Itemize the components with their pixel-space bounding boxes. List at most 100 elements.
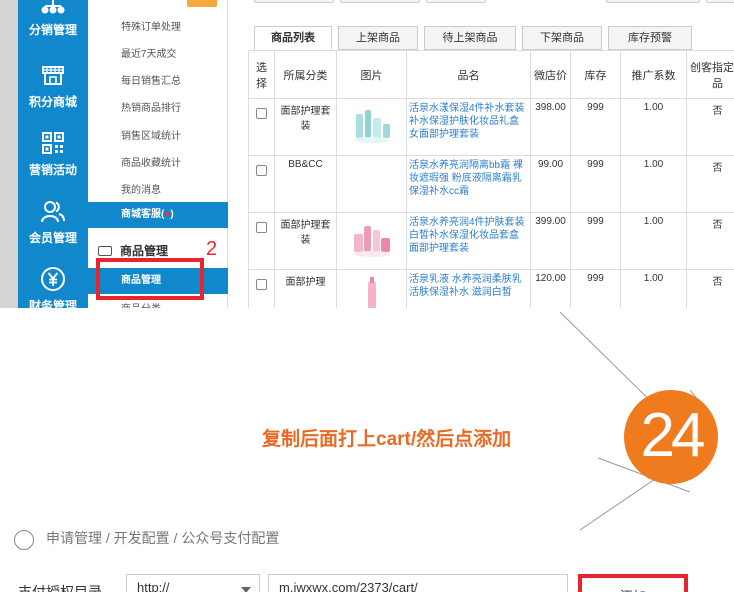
cell-price: 99.00 xyxy=(530,155,571,213)
field-label: 支付授权目录 xyxy=(18,584,102,592)
table-header-row: 选择 所属分类 图片 品名 微店价 库存 推广系数 创客指定商品 xyxy=(248,50,734,99)
row-checkbox[interactable] xyxy=(256,108,267,119)
highlight-box xyxy=(96,258,204,300)
breadcrumb: 申请管理 / 开发配置 / 公众号支付配置 xyxy=(46,530,280,546)
cell-stock: 999 xyxy=(570,212,621,270)
yuan-icon xyxy=(41,267,65,291)
submenu-item[interactable]: 每日销售汇总 xyxy=(121,72,181,87)
storefront-icon xyxy=(42,66,64,85)
nav-label: 财务管理 xyxy=(28,299,77,308)
submenu-item[interactable]: 我的消息 xyxy=(121,181,161,196)
cell-maker: 否 xyxy=(686,269,734,308)
submenu-item[interactable]: 热销商品排行 xyxy=(121,99,181,114)
qr-code-icon xyxy=(42,132,64,154)
row-checkbox[interactable] xyxy=(256,279,267,290)
column-header: 创客指定商品 xyxy=(686,50,734,99)
cell-category: 面部护理套装 xyxy=(274,98,337,156)
column-header: 品名 xyxy=(406,50,531,99)
cell-product-name[interactable]: 活泉水养亮润隔离bb霜 裸妆遮瑕强 粉底液隔离霜乳保湿补水cc霜 xyxy=(406,155,531,213)
tab-stock-alert[interactable]: 库存预警 xyxy=(608,26,692,50)
submenu-item[interactable]: 最近7天成交 xyxy=(121,45,177,60)
tab-on-shelf[interactable]: 上架商品 xyxy=(338,26,418,50)
tutorial-screenshot: 分销管理 积分商城 营销活动 会员管理 财务管理 特殊订单处理 最近7天成交 每… xyxy=(0,0,734,592)
cell-product-name[interactable]: 活泉水漾保湿4件补水套装 补水保湿护肤化妆品礼盒女面部护理套装 xyxy=(406,98,531,156)
cell-stock: 999 xyxy=(570,155,621,213)
toolbar-button[interactable] xyxy=(426,0,486,3)
product-image[interactable] xyxy=(350,220,394,260)
config-screenshot: 申请管理 / 开发配置 / 公众号支付配置 支付授权目录 http:// m.j… xyxy=(0,518,734,592)
cell-price: 120.00 xyxy=(530,269,571,308)
column-header: 所属分类 xyxy=(274,50,337,99)
cell-coefficient: 1.00 xyxy=(620,98,687,156)
protocol-select[interactable]: http:// xyxy=(126,574,260,592)
submenu-item-service[interactable]: 商城客服(●) xyxy=(88,202,228,228)
nav-label: 营销活动 xyxy=(28,163,77,177)
submenu-item[interactable]: 商品收藏统计 xyxy=(121,154,181,169)
table-row: 面部护理套装 活泉水养亮润4件护肤套装 白皙补水保湿化妆品套盒 面部护理套装 3… xyxy=(248,212,734,270)
product-image-empty xyxy=(336,155,407,213)
badge xyxy=(121,0,181,7)
toolbar-button[interactable] xyxy=(340,0,420,3)
primary-sidebar: 分销管理 积分商城 营销活动 会员管理 财务管理 xyxy=(0,0,88,308)
nav-item-finance[interactable]: 财务管理 xyxy=(18,260,88,308)
cell-category: 面部护理套装 xyxy=(274,212,337,270)
goods-section-icon xyxy=(98,246,112,256)
add-button[interactable]: 添加 xyxy=(578,574,688,592)
nav-label: 积分商城 xyxy=(28,95,77,109)
product-image[interactable] xyxy=(350,106,394,146)
cell-price: 398.00 xyxy=(530,98,571,156)
submenu-item[interactable]: 特殊订单处理 xyxy=(121,18,181,33)
chevron-down-icon xyxy=(241,587,251,592)
product-table: 选择 所属分类 图片 品名 微店价 库存 推广系数 创客指定商品 面部护理套装 xyxy=(248,50,734,308)
step-badge: 24 xyxy=(624,390,718,484)
toolbar-button[interactable] xyxy=(606,0,700,3)
tab-off-shelf[interactable]: 下架商品 xyxy=(522,26,602,50)
cell-price: 399.00 xyxy=(530,212,571,270)
service-label: 商城客服 xyxy=(121,209,161,220)
cell-maker: 否 xyxy=(686,212,734,270)
cell-maker: 否 xyxy=(686,98,734,156)
hierarchy-icon xyxy=(41,0,65,14)
step-number: 2 xyxy=(206,238,218,260)
directory-input[interactable]: m.jwxwx.com/2373/cart/ xyxy=(268,574,568,592)
step-badge-number: 24 xyxy=(640,401,706,470)
table-row: BB&CC 活泉水养亮润隔离bb霜 裸妆遮瑕强 粉底液隔离霜乳保湿补水cc霜 9… xyxy=(248,155,734,213)
service-paren-close: ) xyxy=(170,209,174,220)
cell-coefficient: 1.00 xyxy=(620,212,687,270)
column-header: 微店价 xyxy=(530,50,571,99)
tab-product-list[interactable]: 商品列表 xyxy=(254,26,332,50)
nav-item-members[interactable]: 会员管理 xyxy=(18,192,88,258)
table-row: 面部护理套装 活泉水漾保湿4件补水套装 补水保湿护肤化妆品礼盒女面部护理套装 3… xyxy=(248,98,734,156)
main-content: 商品列表 上架商品 待上架商品 下架商品 库存预警 选择 所属分类 图片 品名 … xyxy=(228,0,734,308)
cell-category: 面部护理 xyxy=(274,269,337,308)
product-image[interactable] xyxy=(350,277,394,308)
submenu-item[interactable]: 商品分类 xyxy=(121,300,161,308)
back-icon[interactable] xyxy=(14,530,34,550)
submenu-item-hidden[interactable] xyxy=(121,0,217,9)
cell-product-name[interactable]: 活泉水养亮润4件护肤套装 白皙补水保湿化妆品套盒 面部护理套装 xyxy=(406,212,531,270)
submenu-item[interactable]: 销售区域统计 xyxy=(121,127,181,142)
sidebar-edge xyxy=(0,0,18,308)
new-badge xyxy=(187,0,217,8)
nav-label: 分销管理 xyxy=(28,23,77,37)
nav-item-marketing[interactable]: 营销活动 xyxy=(18,124,88,190)
nav-item-points-mall[interactable]: 积分商城 xyxy=(18,56,88,122)
protocol-value: http:// xyxy=(137,580,170,592)
cell-coefficient: 1.00 xyxy=(620,155,687,213)
tab-pending[interactable]: 待上架商品 xyxy=(424,26,516,50)
users-icon xyxy=(41,201,65,223)
cell-stock: 999 xyxy=(570,269,621,308)
toolbar-button[interactable] xyxy=(706,0,734,3)
section-title: 商品管理 xyxy=(120,244,169,258)
admin-screenshot: 分销管理 积分商城 营销活动 会员管理 财务管理 特殊订单处理 最近7天成交 每… xyxy=(0,0,734,308)
row-checkbox[interactable] xyxy=(256,165,267,176)
nav-item-distribution[interactable]: 分销管理 xyxy=(18,0,88,50)
cell-category: BB&CC xyxy=(274,155,337,213)
column-header: 选择 xyxy=(248,50,275,99)
cell-product-name[interactable]: 活泉乳液 水养亮润柔肤乳 活肤保湿补水 滋润白皙 xyxy=(406,269,531,308)
row-checkbox[interactable] xyxy=(256,222,267,233)
cell-maker: 否 xyxy=(686,155,734,213)
toolbar-button[interactable] xyxy=(254,0,334,3)
table-row: 面部护理 活泉乳液 水养亮润柔肤乳 活肤保湿补水 滋润白皙 120.00 999… xyxy=(248,269,734,308)
column-header: 库存 xyxy=(570,50,621,99)
